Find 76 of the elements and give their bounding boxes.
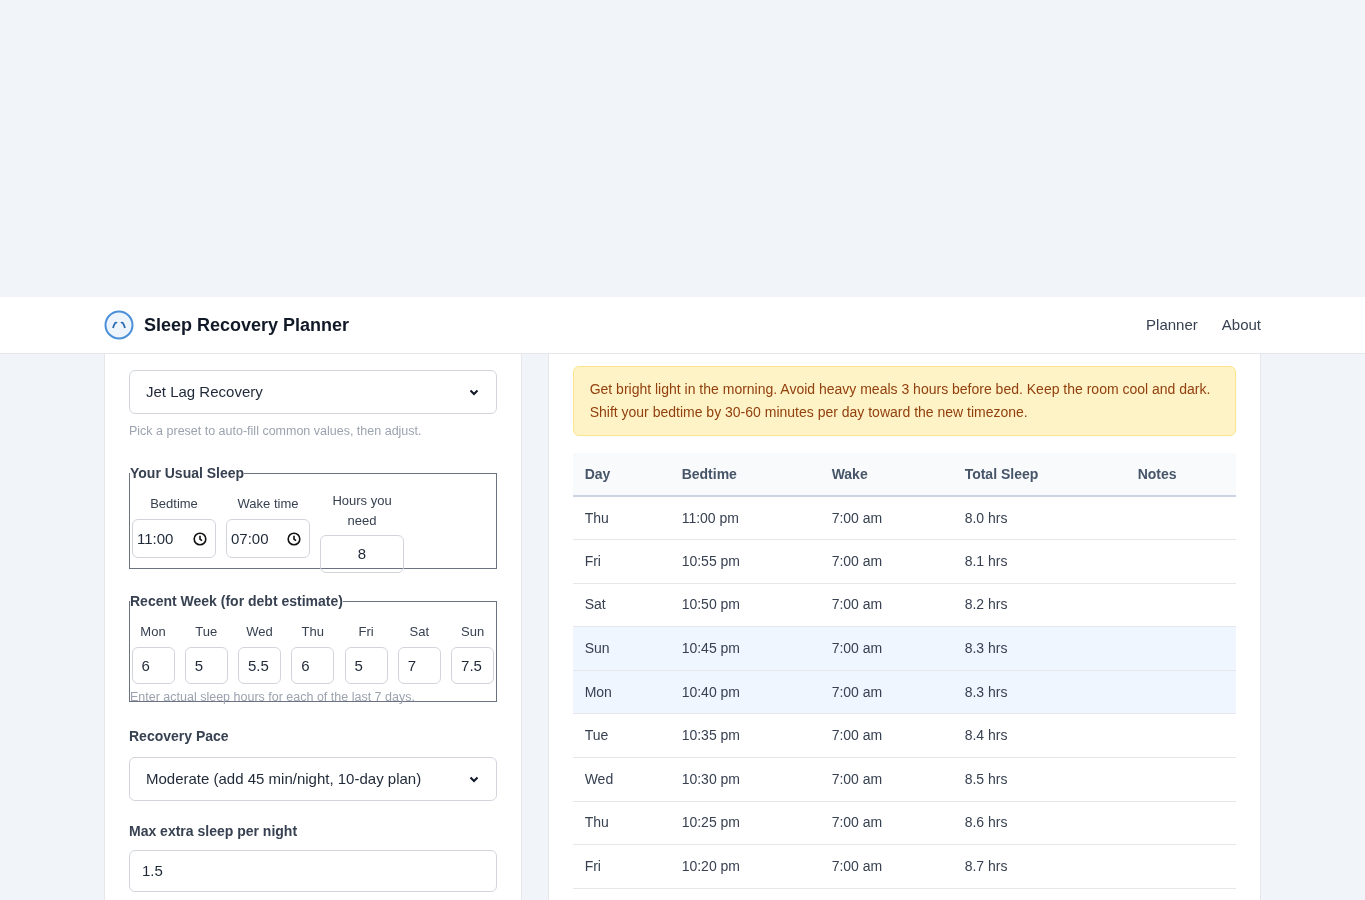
clock-icon: [193, 531, 207, 546]
column-header: Wake: [819, 453, 953, 496]
table-cell: 8.5 hrs: [952, 757, 1126, 802]
column-header: Notes: [1125, 453, 1236, 496]
table-cell: Thu: [572, 496, 670, 540]
table-cell: 8.1 hrs: [952, 539, 1126, 584]
hours-field[interactable]: 5.5: [238, 647, 282, 685]
clock-icon: [287, 531, 301, 546]
table-cell: 10:40 pm: [669, 670, 820, 714]
day-label: Tue: [195, 622, 218, 641]
time-field[interactable]: 07:00: [226, 519, 310, 559]
table-cell: 7:00 am: [819, 713, 953, 758]
preset-hint: Pick a preset to auto-fill common values, then adjust.: [129, 423, 423, 440]
table-cell: 10:25 pm: [669, 801, 820, 845]
table-cell: Tue: [572, 713, 670, 758]
app-title: Sleep Recovery Planner: [144, 313, 350, 337]
tip-alert: Get bright light in the morning. Avoid heavy meals 3 hours before bed. Keep the room cool and dark. Shift your bedtime by 30-60 minutes per day toward the new timezone.: [572, 366, 1236, 436]
hours-field[interactable]: 7: [397, 647, 441, 685]
hours-field[interactable]: 8: [320, 534, 404, 573]
group-legend: Recent Week (for debt estimate): [130, 590, 343, 612]
day-label: Sun: [461, 622, 485, 641]
table-cell: Sat: [572, 583, 670, 627]
day-label: Sat: [409, 622, 430, 641]
day-label: Fri: [358, 622, 374, 641]
table-cell: 7:00 am: [819, 801, 953, 845]
table-cell: 8.7 hrs: [952, 844, 1126, 889]
table-cell: 10:50 pm: [669, 583, 820, 627]
hours-field[interactable]: 6: [131, 647, 175, 685]
table-cell: 11:00 pm: [669, 496, 820, 540]
hours-field[interactable]: 6: [291, 647, 335, 685]
table-cell: 10:45 pm: [669, 626, 820, 671]
day-label: Mon: [140, 622, 166, 641]
column-header: Day: [572, 453, 670, 496]
field-label: Hours you need: [331, 491, 393, 530]
table-cell: Sun: [572, 626, 670, 671]
column-header: Bedtime: [669, 453, 820, 496]
table-cell: 7:00 am: [819, 844, 953, 889]
table-cell: Fri: [572, 844, 670, 889]
group-legend: Your Usual Sleep: [130, 462, 245, 484]
table-cell: 10:35 pm: [669, 713, 820, 758]
hours-field[interactable]: 5: [344, 647, 388, 685]
hours-field[interactable]: 5: [184, 647, 228, 685]
table-cell: 7:00 am: [819, 757, 953, 802]
time-field[interactable]: 11:00: [132, 519, 216, 559]
pace-select[interactable]: Moderate (add 45 min/night, 10-day plan): [129, 756, 497, 801]
table-cell: Mon: [572, 670, 670, 714]
field-label: Wake time: [237, 494, 299, 513]
table-cell: Thu: [572, 801, 670, 845]
table-cell: 8.3 hrs: [952, 626, 1126, 671]
table-cell: 8.0 hrs: [952, 496, 1126, 540]
max-extra-field[interactable]: 1.5: [129, 849, 497, 892]
table-cell: 10:20 pm: [669, 844, 820, 889]
table-cell: 8.3 hrs: [952, 670, 1126, 714]
table-cell: 10:30 pm: [669, 757, 820, 802]
field-label: Recovery Pace: [129, 726, 230, 746]
table-cell: 8.2 hrs: [952, 583, 1126, 627]
week-hint: Enter actual sleep hours for each of the last 7 days.: [130, 689, 416, 707]
table-cell: 8.6 hrs: [952, 801, 1126, 845]
table-cell: 10:55 pm: [669, 539, 820, 584]
table-cell: 7:00 am: [819, 626, 953, 671]
table-cell: 7:00 am: [819, 539, 953, 584]
field-label: Max extra sleep per night: [129, 821, 299, 841]
hours-field[interactable]: 7.5: [451, 647, 495, 685]
nav-link[interactable]: Planner: [1146, 313, 1198, 337]
day-label: Thu: [301, 622, 324, 641]
field-label: Bedtime: [150, 494, 198, 513]
nav-link[interactable]: About: [1221, 313, 1261, 337]
table-cell: 7:00 am: [819, 670, 953, 714]
table-cell: Fri: [572, 539, 670, 584]
table-cell: 8.4 hrs: [952, 713, 1126, 758]
day-label: Wed: [246, 622, 273, 641]
table-cell: Wed: [572, 757, 670, 802]
table-cell: 7:00 am: [819, 583, 953, 627]
column-header: Total Sleep: [952, 453, 1126, 496]
table-cell: 7:00 am: [819, 496, 953, 540]
preset-select[interactable]: Jet Lag Recovery: [129, 370, 497, 414]
